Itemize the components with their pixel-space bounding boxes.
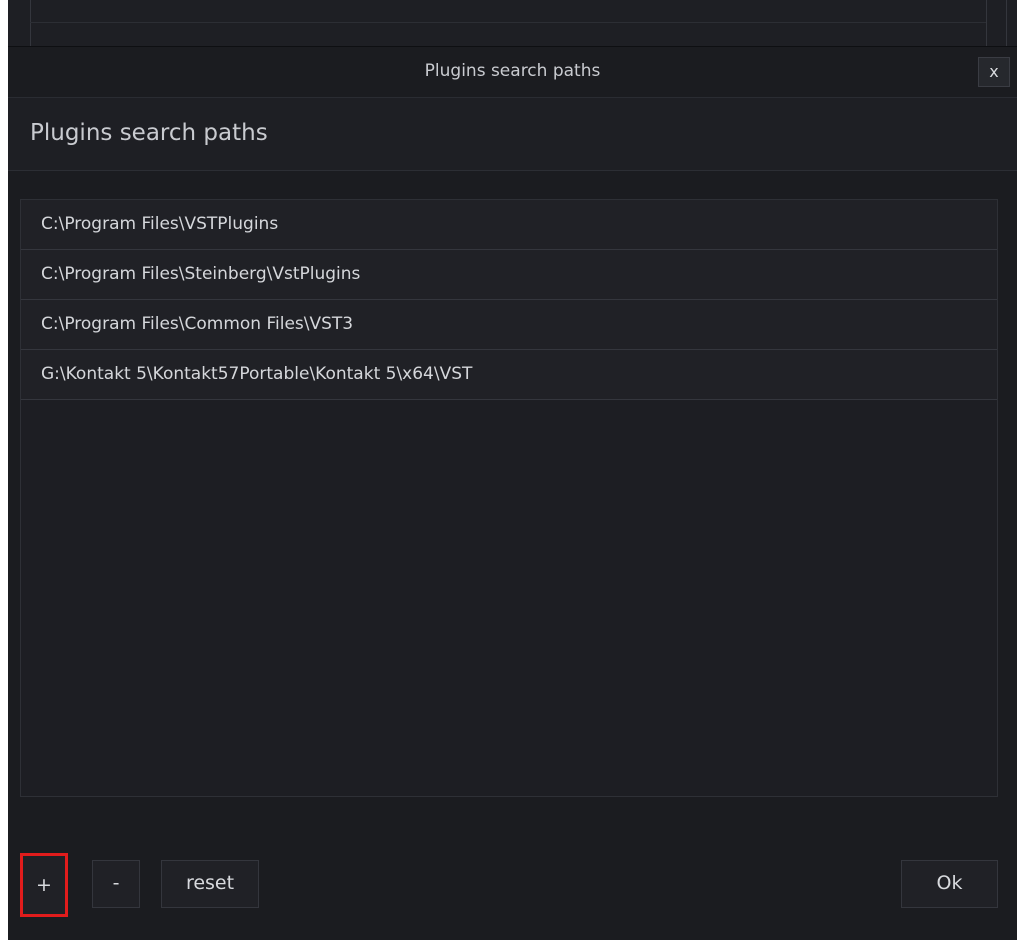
background-window-strip bbox=[8, 0, 1017, 47]
divider bbox=[30, 0, 31, 46]
ok-button[interactable]: Ok bbox=[901, 860, 998, 908]
path-list-item[interactable]: C:\Program Files\VSTPlugins bbox=[21, 200, 997, 250]
page-title: Plugins search paths bbox=[30, 120, 268, 146]
close-button[interactable]: x bbox=[978, 57, 1010, 87]
divider bbox=[1006, 0, 1007, 46]
path-list-item[interactable]: C:\Program Files\Common Files\VST3 bbox=[21, 300, 997, 350]
remove-path-button[interactable]: - bbox=[92, 860, 140, 908]
add-path-button[interactable]: + bbox=[20, 853, 68, 917]
divider bbox=[986, 0, 987, 46]
reset-button[interactable]: reset bbox=[161, 860, 259, 908]
plugins-search-paths-dialog: Plugins search paths x Plugins search pa… bbox=[8, 0, 1017, 940]
dialog-titlebar: Plugins search paths x bbox=[8, 47, 1017, 98]
search-path-list[interactable]: C:\Program Files\VSTPlugins C:\Program F… bbox=[20, 199, 998, 797]
window-title: Plugins search paths bbox=[424, 61, 601, 81]
path-list-item[interactable]: G:\Kontakt 5\Kontakt57Portable\Kontakt 5… bbox=[21, 350, 997, 400]
path-list-item[interactable]: C:\Program Files\Steinberg\VstPlugins bbox=[21, 250, 997, 300]
dialog-header: Plugins search paths bbox=[8, 98, 1017, 171]
divider bbox=[30, 22, 986, 23]
